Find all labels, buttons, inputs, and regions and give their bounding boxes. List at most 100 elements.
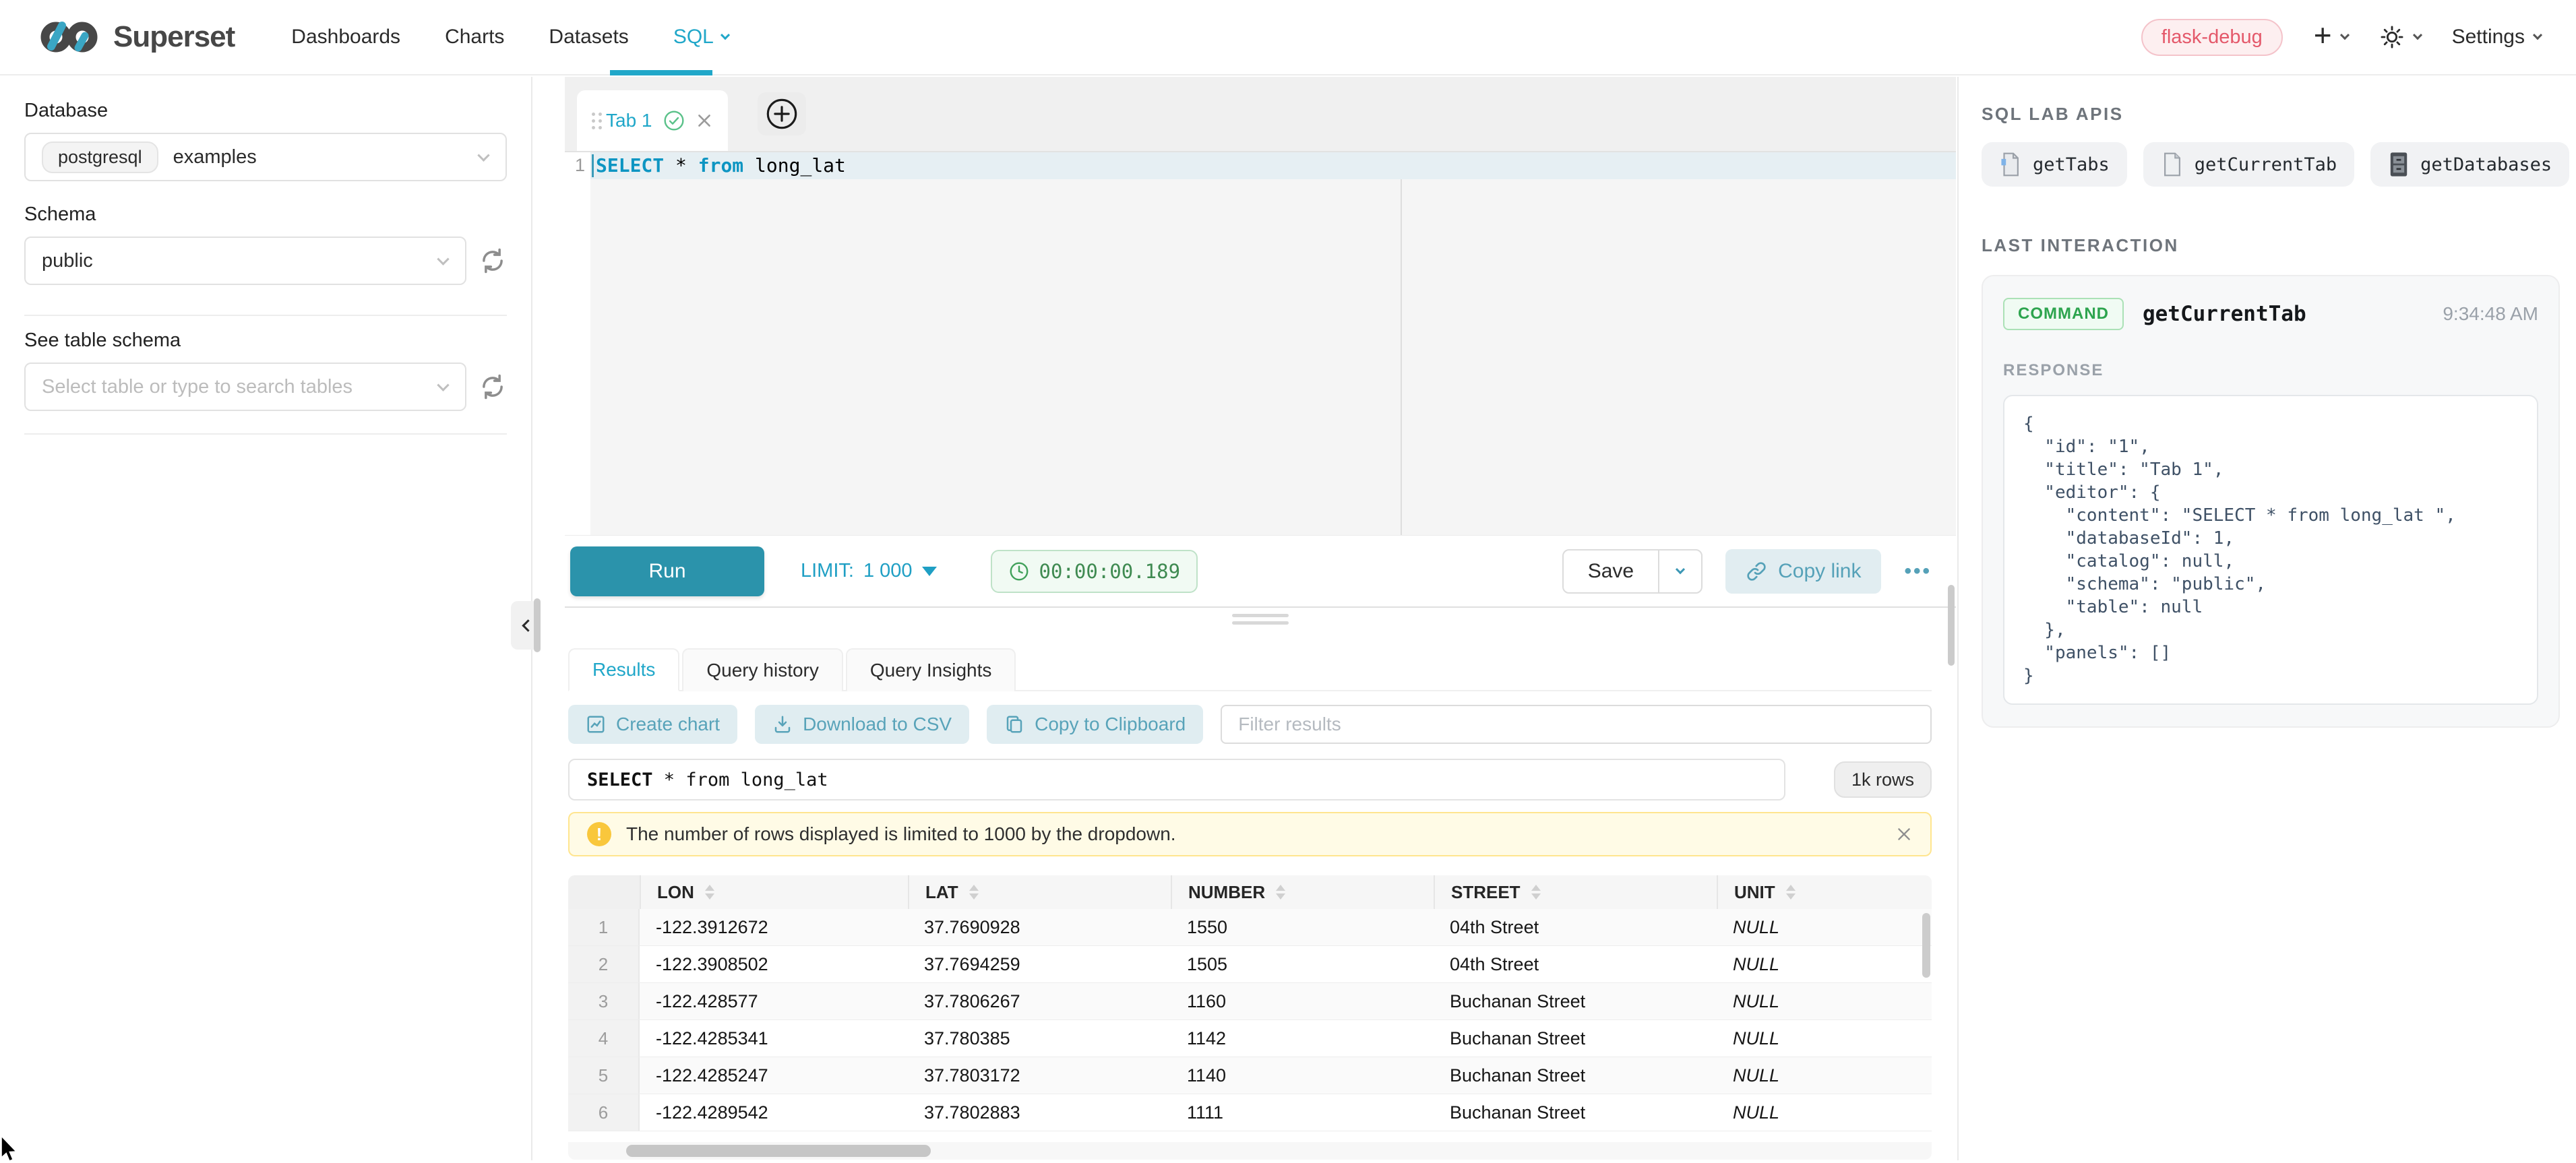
new-tab-button[interactable] [758,92,806,135]
refresh-tables-button[interactable] [479,373,507,401]
get-tabs-button[interactable]: getTabs [1982,142,2127,187]
sql-statement: SELECT * from long_lat [596,154,846,177]
cell-lon: -122.4285247 [640,1057,908,1094]
settings-menu[interactable]: Settings [2452,26,2541,49]
cell-lon: -122.3912672 [640,909,908,945]
download-csv-button[interactable]: Download to CSV [755,705,969,744]
row-limit-warning: ! The number of rows displayed is limite… [568,812,1932,856]
warning-message: The number of rows displayed is limited … [626,823,1176,845]
query-tab[interactable]: Tab 1 [577,90,728,151]
sql-code-editor[interactable]: 1 SELECT * from long_lat [565,152,1956,535]
resize-handle[interactable] [1232,614,1289,629]
database-value: examples [173,146,257,168]
nav-dashboards[interactable]: Dashboards [291,26,400,49]
tab-query-history[interactable]: Query history [682,648,843,691]
sort-icon [705,885,714,900]
get-current-tab-button[interactable]: getCurrentTab [2143,142,2354,187]
refresh-schemas-button[interactable] [479,247,507,275]
new-item-button[interactable]: + [2314,24,2348,51]
column-header-unit[interactable]: UNIT [1717,875,1932,909]
copy-icon [1004,714,1024,734]
filter-results-input[interactable] [1221,705,1932,744]
cell-lat: 37.7806267 [908,983,1171,1019]
column-label: UNIT [1734,882,1775,903]
column-label: STREET [1451,882,1521,903]
table-row[interactable]: 3 -122.428577 37.7806267 1160 Buchanan S… [568,983,1932,1020]
sidebar-scrollbar[interactable] [534,598,541,652]
cell-number: 1111 [1171,1094,1434,1131]
column-header-lon[interactable]: LON [640,875,908,909]
query-preview-row: SELECT * from long_lat 1k rows [568,759,1932,800]
close-warning-icon[interactable] [1895,825,1913,843]
schema-select[interactable]: public [24,237,466,285]
nav-sql-label: SQL [673,26,714,49]
last-interaction-card: COMMAND getCurrentTab 9:34:48 AM RESPONS… [1982,275,2560,728]
save-split-button: Save [1562,549,1703,594]
active-nav-underline [610,70,712,75]
vertical-scrollbar-thumb[interactable] [1922,913,1930,978]
table-select[interactable]: Select table or type to search tables [24,363,466,411]
table-row[interactable]: 4 -122.4285341 37.780385 1142 Buchanan S… [568,1020,1932,1057]
editor-scrollbar[interactable] [1948,585,1955,666]
chevron-down-icon [437,379,449,391]
download-icon [772,714,793,734]
nav-charts[interactable]: Charts [445,26,504,49]
column-header-number[interactable]: NUMBER [1171,875,1434,909]
theme-toggle[interactable] [2379,24,2421,50]
tab-query-insights[interactable]: Query Insights [846,648,1016,691]
scrollbar-thumb[interactable] [626,1145,931,1157]
cell-unit: NULL [1717,909,1932,945]
sort-icon [1786,885,1796,900]
table-row[interactable]: 6 -122.4289542 37.7802883 1111 Buchanan … [568,1094,1932,1131]
save-button[interactable]: Save [1564,551,1658,592]
table-row[interactable]: 5 -122.4285247 37.7803172 1140 Buchanan … [568,1057,1932,1094]
sun-icon [2379,24,2405,50]
warning-icon: ! [587,822,611,846]
tab-results[interactable]: Results [568,648,679,691]
schema-label: Schema [24,203,507,226]
sidebar-divider [24,315,507,316]
column-label: LON [657,882,694,903]
results-tabbar: Results Query history Query Insights [568,648,1932,691]
column-header-lat[interactable]: LAT [908,875,1171,909]
nav-sql[interactable]: SQL [673,26,729,49]
get-databases-button[interactable]: getDatabases [2370,142,2569,187]
api-button-label: getTabs [2033,154,2110,175]
run-query-button[interactable]: Run [570,546,764,596]
copy-link-button[interactable]: Copy link [1725,549,1881,594]
create-chart-button[interactable]: Create chart [568,705,737,744]
table-row[interactable]: 1 -122.3912672 37.7690928 1550 04th Stre… [568,909,1932,946]
limit-dropdown[interactable]: LIMIT: 1 000 [801,560,937,582]
cell-lon: -122.428577 [640,983,908,1019]
sort-icon [969,885,979,900]
sort-icon [1276,885,1285,900]
row-number-header [568,875,640,909]
superset-infinity-icon [38,17,102,57]
superset-logo[interactable]: Superset [38,17,235,57]
drag-handle-icon[interactable] [592,113,595,116]
chevron-left-icon [522,619,534,631]
close-tab-icon[interactable] [696,112,713,129]
column-label: LAT [925,882,958,903]
panel-splitter[interactable] [565,606,1956,608]
success-check-icon [663,110,685,131]
api-button-label: getDatabases [2420,154,2552,175]
nav-datasets[interactable]: Datasets [549,26,628,49]
elapsed-time: 00:00:00.189 [1039,560,1181,583]
table-row[interactable]: 2 -122.3908502 37.7694259 1505 04th Stre… [568,946,1932,983]
cell-lon: -122.4289542 [640,1094,908,1131]
column-header-street[interactable]: STREET [1434,875,1717,909]
copy-clipboard-button[interactable]: Copy to Clipboard [987,705,1203,744]
partial-table-row [568,1131,1932,1142]
sqllab-left-sidebar: Database postgresql examples Schema publ… [0,77,532,1160]
more-actions-button[interactable]: ••• [1904,560,1932,583]
tabs-page-icon [1999,152,2022,177]
horizontal-scrollbar[interactable] [568,1142,1932,1160]
chevron-down-icon [720,30,730,40]
query-preview: SELECT * from long_lat [568,759,1785,800]
cell-lat: 37.780385 [908,1020,1171,1057]
link-icon [1746,561,1767,582]
database-select[interactable]: postgresql examples [24,133,507,181]
save-options-button[interactable] [1658,551,1701,592]
sqllab-api-panel: SQL LAB APIS getTabs getCurrentTab [1957,77,2576,1160]
